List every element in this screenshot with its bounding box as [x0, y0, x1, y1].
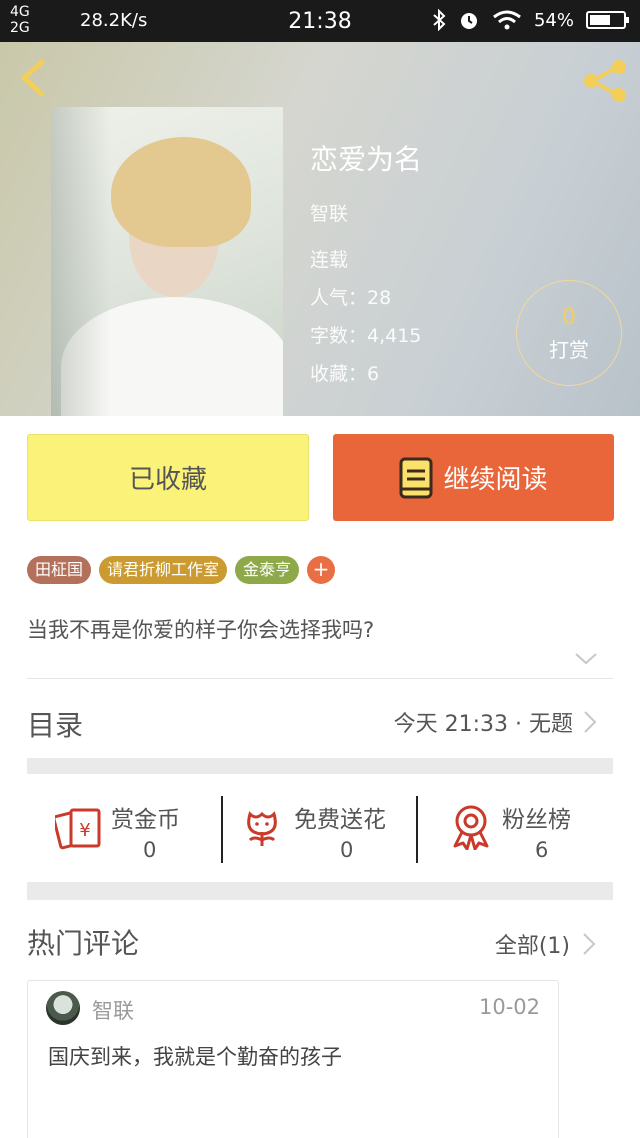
all-comments-link[interactable]: 全部(1) [495, 928, 570, 960]
toc-title: 目录 [27, 709, 84, 742]
svg-text:¥: ¥ [79, 820, 90, 841]
tip-count: 0 [562, 305, 576, 330]
fan-ranking-button[interactable]: 粉丝榜 6 [420, 790, 613, 870]
reward-coins-label: 赏金币 [111, 807, 180, 833]
battery-percent: 54% [533, 9, 574, 31]
avatar[interactable] [46, 991, 80, 1025]
hot-comments-title: 热门评论 [27, 927, 140, 960]
book-status: 连载 [310, 249, 349, 271]
tag-item[interactable]: 田柾国 [27, 556, 92, 584]
wifi-icon [493, 10, 521, 30]
free-flower-label: 免费送花 [294, 807, 386, 833]
award-ribbon-icon [453, 805, 489, 850]
latest-chapter: 今天 21:33 · 无题 [393, 712, 573, 737]
reward-coins-button[interactable]: ¥ 赏金币 0 [27, 790, 217, 870]
favorited-button[interactable]: 已收藏 [27, 434, 309, 521]
back-arrow-icon[interactable] [16, 58, 52, 98]
status-icons: 54% [432, 9, 629, 31]
section-separator [27, 758, 613, 774]
free-flower-value: 0 [340, 838, 354, 862]
fan-ranking-label: 粉丝榜 [502, 807, 571, 833]
battery-icon [586, 11, 629, 29]
favorites-stat: 收藏：6 [310, 363, 380, 385]
tip-button[interactable]: 0 打赏 [516, 280, 622, 386]
tag-item[interactable]: 请君折柳工作室 [99, 556, 228, 584]
section-separator [27, 882, 613, 900]
comment-username[interactable]: 智联 [92, 995, 134, 1025]
book-header: 恋爱为名 智联 连载 人气：28 字数：4,415 收藏：6 0 打赏 [0, 42, 640, 416]
status-bar: 4G 2G 28.2K/s 21:38 54% [0, 0, 640, 42]
fan-ranking-value: 6 [535, 838, 549, 862]
vertical-divider [221, 796, 223, 863]
flower-icon [247, 811, 277, 846]
add-tag-button[interactable]: + [307, 556, 336, 584]
tag-item[interactable]: 金泰亨 [235, 556, 300, 584]
alarm-icon [460, 13, 477, 29]
reward-coins-value: 0 [143, 838, 157, 862]
tag-list: 田柾国 请君折柳工作室 金泰亨 + [27, 556, 336, 584]
chevron-down-icon[interactable] [574, 652, 598, 666]
chevron-right-icon [583, 933, 596, 955]
comment-date: 10-02 [478, 995, 540, 1019]
book-title: 恋爱为名 [310, 143, 423, 176]
book-summary: 当我不再是你爱的样子你会选择我吗? [27, 618, 375, 642]
book-cover-image[interactable] [51, 107, 283, 416]
divider [27, 678, 613, 679]
popularity-stat: 人气：28 [310, 287, 392, 309]
comment-text: 国庆到来，我就是个勤奋的孩子 [48, 1045, 342, 1069]
bluetooth-icon [433, 9, 446, 31]
table-of-contents-row[interactable]: 目录 今天 21:33 · 无题 [27, 690, 613, 752]
comment-card[interactable]: 智联 10-02 国庆到来，我就是个勤奋的孩子 [27, 980, 559, 1138]
vertical-divider [416, 796, 418, 863]
word-count-stat: 字数：4,415 [310, 325, 422, 347]
share-icon[interactable] [580, 58, 630, 104]
book-icon [399, 457, 433, 498]
continue-reading-label: 继续阅读 [443, 465, 548, 495]
free-flower-button[interactable]: 免费送花 0 [224, 790, 416, 870]
red-envelope-icon: ¥ [55, 808, 101, 850]
tip-label: 打赏 [549, 338, 589, 362]
chevron-right-icon [584, 711, 597, 733]
book-author[interactable]: 智联 [310, 199, 348, 226]
continue-reading-button[interactable]: 继续阅读 [333, 434, 614, 521]
